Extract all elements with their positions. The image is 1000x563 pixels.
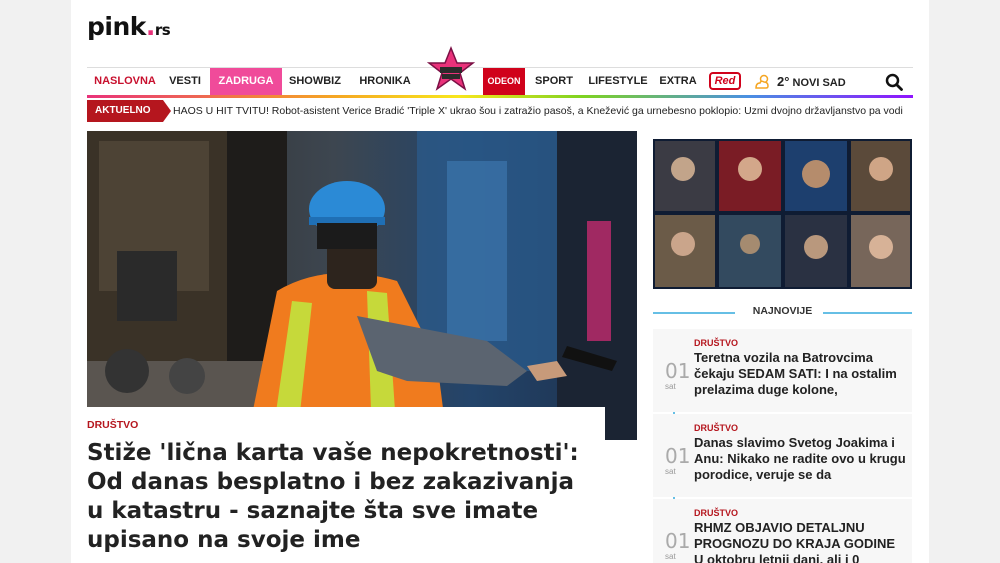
nav-zadruga[interactable]: ZADRUGA bbox=[210, 68, 282, 95]
pink-logo[interactable]: pink.rs bbox=[87, 12, 171, 41]
hero-photo-construction-worker bbox=[87, 131, 637, 440]
nav-hronika[interactable]: HRONIKA bbox=[353, 68, 417, 95]
news-title[interactable]: RHMZ OBJAVIO DETALJNU PROGNOZU DO KRAJA … bbox=[694, 520, 906, 563]
news-ticker: AKTUELNO HAOS U HIT TVITU! Robot-asisten… bbox=[87, 100, 913, 122]
news-category[interactable]: DRUŠTVO bbox=[694, 338, 738, 348]
nav-sport[interactable]: SPORT bbox=[531, 68, 577, 95]
search-icon[interactable] bbox=[885, 73, 903, 91]
list-item[interactable]: 01 sat DRUŠTVO RHMZ OBJAVIO DETALJNU PRO… bbox=[653, 499, 912, 563]
weather-city: NOVI SAD bbox=[792, 77, 846, 89]
list-item[interactable]: 01 sat DRUŠTVO Danas slavimo Svetog Joak… bbox=[653, 414, 912, 497]
najnovije-title: NAJNOVIJE bbox=[752, 305, 813, 317]
latest-news-list: 01 sat DRUŠTVO Teretna vozila na Batrovc… bbox=[653, 329, 912, 563]
nav-vesti[interactable]: VESTI bbox=[165, 68, 205, 95]
hero-article[interactable]: DRUŠTVO Stiže 'lična karta vaše nepokret… bbox=[71, 407, 605, 563]
news-category[interactable]: DRUŠTVO bbox=[694, 423, 738, 433]
logo-tld: rs bbox=[154, 21, 171, 39]
list-item[interactable]: 01 sat DRUŠTVO Teretna vozila na Batrovc… bbox=[653, 329, 912, 412]
weather-readout: 2° NOVI SAD bbox=[777, 68, 846, 95]
najnovije-header: NAJNOVIJE bbox=[653, 302, 912, 322]
weather-icon bbox=[755, 74, 769, 89]
movie-posters-image bbox=[653, 139, 912, 289]
news-title[interactable]: Danas slavimo Svetog Joakima i Anu: Nika… bbox=[694, 435, 906, 483]
news-title[interactable]: Teretna vozila na Batrovcima čekaju SEDA… bbox=[694, 350, 906, 398]
pinkove-zvezde-star-icon[interactable] bbox=[427, 46, 475, 94]
logo-dot: . bbox=[145, 12, 156, 41]
page: pink.rs NASLOVNA VESTI ZADRUGA SHOWBIZ H… bbox=[71, 0, 929, 563]
hero-category[interactable]: DRUŠTVO bbox=[87, 419, 589, 431]
news-time-num: 01 bbox=[665, 529, 691, 553]
hero-headline[interactable]: Stiže 'lična karta vaše nepokretnosti': … bbox=[87, 439, 589, 555]
news-time-unit: sat bbox=[665, 382, 676, 391]
nav-rainbow-bar bbox=[87, 95, 913, 98]
hero-image[interactable] bbox=[87, 131, 637, 440]
ticker-text[interactable]: HAOS U HIT TVITU! Robot-asistent Verice … bbox=[173, 100, 903, 122]
nav-lifestyle[interactable]: LIFESTYLE bbox=[583, 68, 653, 95]
logo-name: pink bbox=[87, 12, 146, 41]
main-nav: NASLOVNA VESTI ZADRUGA SHOWBIZ HRONIKA O… bbox=[87, 46, 913, 96]
nav-naslovna[interactable]: NASLOVNA bbox=[87, 68, 163, 95]
weather-temp: 2° bbox=[777, 74, 790, 89]
red-tv-logo[interactable]: Red bbox=[709, 72, 741, 90]
ticker-label: AKTUELNO bbox=[87, 100, 171, 122]
news-time-num: 01 bbox=[665, 359, 691, 383]
news-time-unit: sat bbox=[665, 552, 676, 561]
nav-extra[interactable]: EXTRA bbox=[657, 68, 699, 95]
news-time-num: 01 bbox=[665, 444, 691, 468]
news-category[interactable]: DRUŠTVO bbox=[694, 508, 738, 518]
nav-showbiz[interactable]: SHOWBIZ bbox=[285, 68, 345, 95]
news-time-unit: sat bbox=[665, 467, 676, 476]
movies-ad-banner[interactable] bbox=[653, 139, 912, 289]
odeon-logo[interactable]: ODEON bbox=[483, 68, 525, 95]
